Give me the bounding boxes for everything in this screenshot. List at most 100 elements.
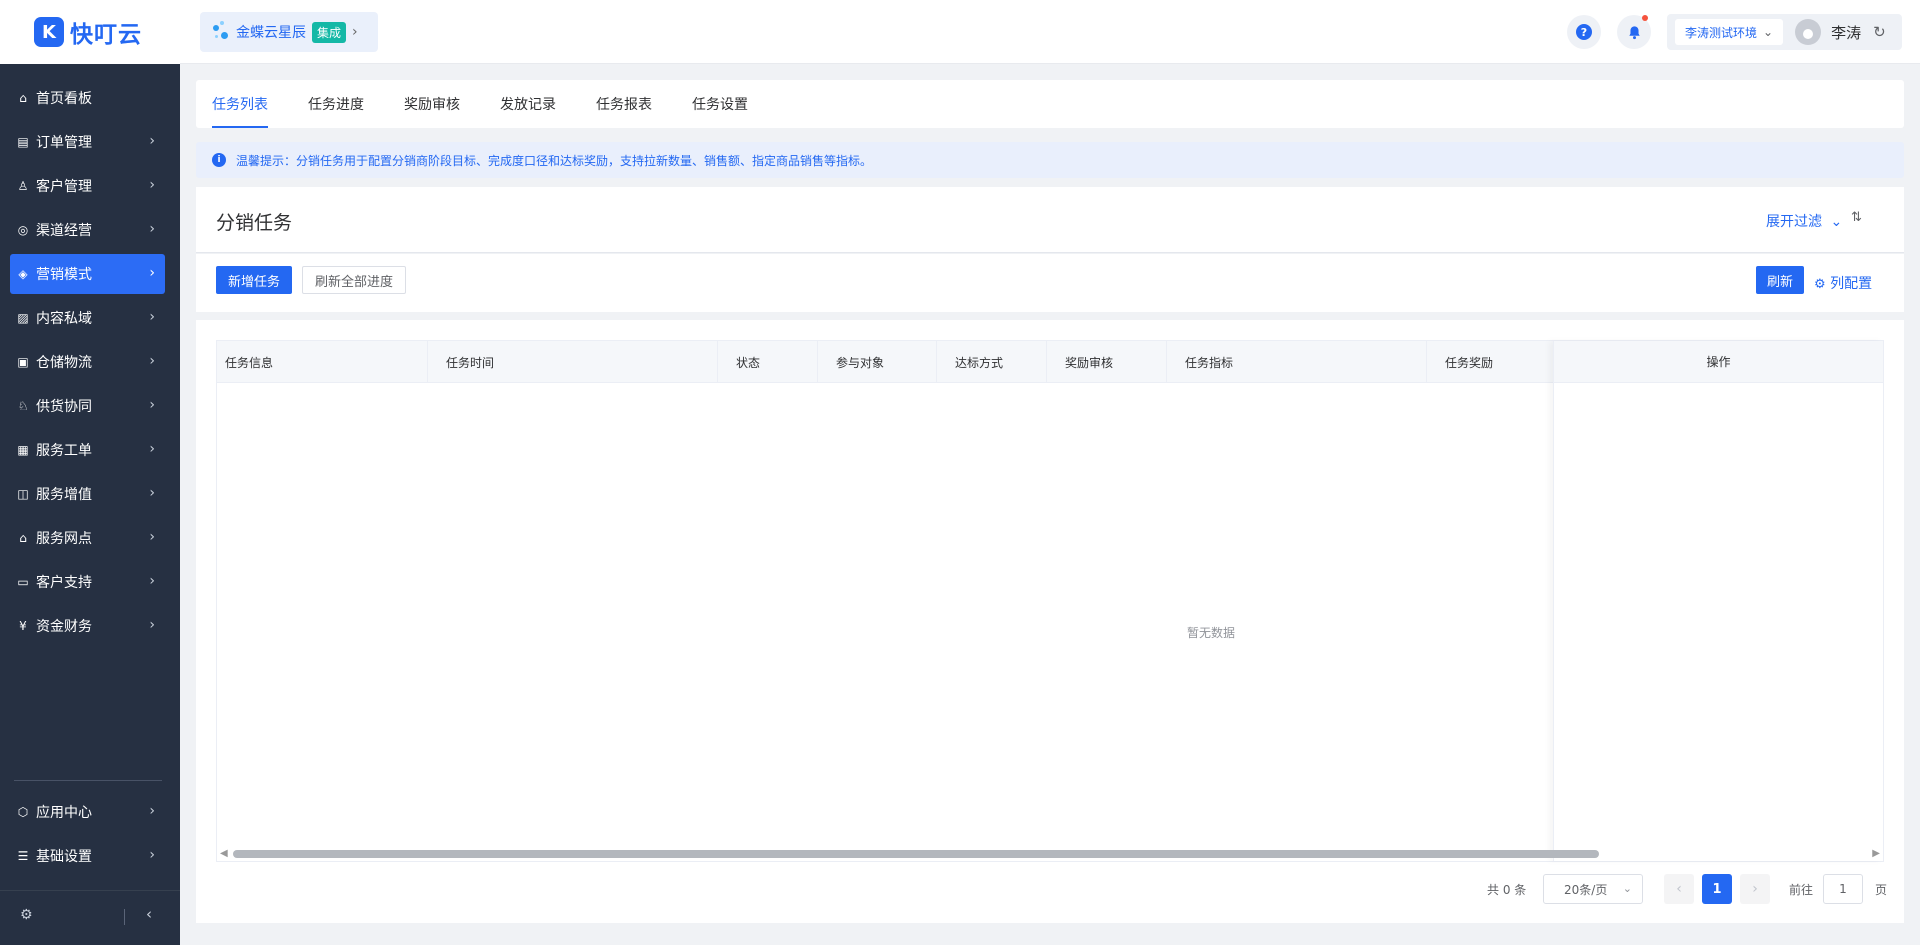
settings-list-icon: ☰ bbox=[17, 849, 29, 863]
chevron-right-icon: › bbox=[149, 803, 155, 819]
collapse-sidebar-icon[interactable]: ‹ bbox=[146, 905, 152, 923]
column-header-task-info[interactable]: 任务信息 bbox=[217, 341, 428, 383]
chevron-right-icon: › bbox=[149, 441, 155, 457]
sidebar-item-label: 服务工单 bbox=[36, 443, 92, 459]
expand-filter-label: 展开过滤 bbox=[1766, 214, 1822, 230]
environment-select[interactable]: 李涛测试环境 ⌄ bbox=[1675, 19, 1784, 45]
column-header-task-metrics[interactable]: 任务指标 bbox=[1167, 341, 1427, 383]
sidebar-item-home[interactable]: ⌂ 首页看板 bbox=[10, 78, 165, 118]
prev-page-button[interactable]: ‹ bbox=[1664, 874, 1694, 904]
chevron-right-icon: › bbox=[149, 177, 155, 193]
brand-logo-icon: K bbox=[34, 17, 64, 47]
scrollbar-thumb[interactable] bbox=[233, 850, 1599, 858]
page-number-current[interactable]: 1 bbox=[1702, 874, 1732, 904]
column-header-operation: 操作 bbox=[1554, 341, 1883, 383]
refresh-icon[interactable]: ↻ bbox=[1873, 23, 1886, 41]
fixed-operation-column: 操作 bbox=[1553, 341, 1883, 861]
page-header: 分销任务 展开过滤 ⌄ ⇅ bbox=[196, 187, 1904, 253]
chevron-down-icon: ⌄ bbox=[1763, 25, 1774, 39]
sidebar-item-warehouse[interactable]: ▣ 仓储物流 › bbox=[10, 342, 165, 382]
tab-issue-records[interactable]: 发放记录 bbox=[500, 94, 556, 128]
empty-state-text: 暂无数据 bbox=[1187, 626, 1236, 640]
sidebar-item-supply[interactable]: ♘ 供货协同 › bbox=[10, 386, 165, 426]
scroll-left-arrow-icon[interactable]: ◀ bbox=[220, 848, 228, 859]
sidebar-item-label: 服务网点 bbox=[36, 531, 92, 547]
tabs-bar: 任务列表 任务进度 奖励审核 发放记录 任务报表 任务设置 bbox=[196, 80, 1904, 128]
sidebar-item-label: 供货协同 bbox=[36, 399, 92, 415]
expand-filter-button[interactable]: 展开过滤 ⌄ bbox=[1766, 211, 1842, 231]
avatar[interactable] bbox=[1795, 19, 1822, 45]
page-size-select[interactable]: 20条/页 ⌄ bbox=[1543, 874, 1643, 904]
refresh-button[interactable]: 刷新 bbox=[1756, 266, 1804, 294]
refresh-all-progress-button[interactable]: 刷新全部进度 bbox=[302, 266, 406, 294]
channel-icon: ◎ bbox=[17, 223, 29, 237]
column-header-reward-review[interactable]: 奖励审核 bbox=[1047, 341, 1167, 383]
column-config-button[interactable]: ⚙ 列配置 bbox=[1814, 273, 1872, 293]
page-unit-label: 页 bbox=[1875, 882, 1888, 897]
home-icon: ⌂ bbox=[19, 91, 27, 105]
scroll-right-arrow-icon[interactable]: ▶ bbox=[1872, 848, 1880, 859]
next-page-button[interactable]: › bbox=[1740, 874, 1770, 904]
bag-icon: ◫ bbox=[17, 487, 29, 501]
sidebar-item-label: 客户管理 bbox=[36, 179, 92, 195]
column-header-task-reward[interactable]: 任务奖励 bbox=[1427, 341, 1553, 383]
sidebar-item-channels[interactable]: ◎ 渠道经营 › bbox=[10, 210, 165, 250]
notice-text: 温馨提示：分销任务用于配置分销商阶段目标、完成度口径和达标奖励，支持拉新数量、销… bbox=[236, 153, 873, 168]
sidebar-item-label: 首页看板 bbox=[36, 91, 92, 107]
sidebar-divider bbox=[14, 780, 162, 781]
chevron-right-icon: › bbox=[149, 847, 155, 863]
goto-page-input[interactable]: 1 bbox=[1823, 874, 1863, 904]
tab-task-report[interactable]: 任务报表 bbox=[596, 94, 652, 128]
column-config-label: 列配置 bbox=[1830, 276, 1873, 292]
tab-task-list[interactable]: 任务列表 bbox=[212, 94, 268, 128]
help-button[interactable]: ? bbox=[1567, 15, 1601, 49]
yen-icon: ¥ bbox=[19, 619, 27, 633]
add-task-button[interactable]: 新增任务 bbox=[216, 266, 292, 294]
column-header-status[interactable]: 状态 bbox=[718, 341, 818, 383]
tab-reward-review[interactable]: 奖励审核 bbox=[404, 94, 460, 128]
sidebar-item-basic-settings[interactable]: ☰ 基础设置 › bbox=[10, 836, 165, 876]
sidebar-item-content[interactable]: ▨ 内容私域 › bbox=[10, 298, 165, 338]
chevron-right-icon: › bbox=[352, 24, 358, 40]
supply-icon: ♘ bbox=[17, 399, 29, 413]
brand-name: 快叮云 bbox=[70, 22, 142, 48]
user-name[interactable]: 李涛 bbox=[1831, 22, 1861, 43]
chevron-right-icon: › bbox=[149, 309, 155, 325]
tab-task-progress[interactable]: 任务进度 bbox=[308, 94, 364, 128]
user-area: 李涛测试环境 ⌄ 李涛 ↻ bbox=[1667, 14, 1902, 50]
sidebar-item-label: 服务增值 bbox=[36, 487, 92, 503]
notification-button[interactable] bbox=[1617, 15, 1651, 49]
org-logo-icon bbox=[212, 21, 230, 43]
sidebar-item-app-center[interactable]: ⬡ 应用中心 › bbox=[10, 792, 165, 832]
sidebar-item-label: 渠道经营 bbox=[36, 223, 92, 239]
tab-task-settings[interactable]: 任务设置 bbox=[692, 94, 748, 128]
pagination-total: 共 0 条 bbox=[1487, 882, 1527, 897]
sidebar-item-finance[interactable]: ¥ 资金财务 › bbox=[10, 606, 165, 646]
brand[interactable]: K 快叮云 bbox=[0, 0, 180, 64]
tag-icon: ◈ bbox=[18, 267, 28, 281]
order-icon: ▤ bbox=[17, 135, 29, 149]
org-switcher[interactable]: 金蝶云星辰 集成 › bbox=[200, 12, 378, 52]
top-bar: K 快叮云 金蝶云星辰 集成 › ? 李涛测试环境 ⌄ 李涛 ↻ bbox=[0, 0, 1920, 64]
sidebar-item-tickets[interactable]: ▦ 服务工单 › bbox=[10, 430, 165, 470]
sidebar-item-marketing[interactable]: ◈ 营销模式 › bbox=[10, 254, 165, 294]
column-header-participants[interactable]: 参与对象 bbox=[818, 341, 937, 383]
sidebar-item-value-added[interactable]: ◫ 服务增值 › bbox=[10, 474, 165, 514]
horizontal-scrollbar[interactable]: ◀ ▶ bbox=[217, 845, 1883, 861]
page-size-value: 20条/页 bbox=[1564, 882, 1608, 897]
sidebar-item-orders[interactable]: ▤ 订单管理 › bbox=[10, 122, 165, 162]
chevron-right-icon: › bbox=[149, 265, 155, 281]
column-header-qualification[interactable]: 达标方式 bbox=[937, 341, 1047, 383]
gear-icon[interactable]: ⚙ bbox=[20, 907, 33, 923]
footer-divider bbox=[124, 909, 125, 925]
sidebar-item-customers[interactable]: ♙ 客户管理 › bbox=[10, 166, 165, 206]
sidebar-item-support[interactable]: ▭ 客户支持 › bbox=[10, 562, 165, 602]
goto-label: 前往 bbox=[1789, 882, 1814, 897]
store-icon: ⌂ bbox=[19, 531, 27, 545]
notification-dot bbox=[1642, 15, 1648, 21]
sidebar-item-service-points[interactable]: ⌂ 服务网点 › bbox=[10, 518, 165, 558]
sort-toggle-icon[interactable]: ⇅ bbox=[1851, 210, 1862, 225]
chevron-right-icon: › bbox=[149, 529, 155, 545]
column-header-task-time[interactable]: 任务时间 bbox=[428, 341, 718, 383]
chevron-right-icon: › bbox=[149, 573, 155, 589]
